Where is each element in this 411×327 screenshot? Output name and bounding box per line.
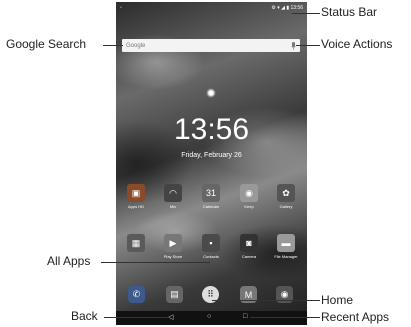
callout-line-google-search (103, 45, 123, 46)
app-label: Gallery (279, 204, 293, 209)
folder-icon: ▬ (277, 234, 295, 252)
app-label: Contacts (203, 254, 219, 259)
play-store-icon: ▶ (164, 234, 182, 252)
app-label: File Manager (274, 254, 298, 259)
recent-apps-button[interactable]: □ (243, 313, 247, 320)
callout-recent-apps: Recent Apps (321, 310, 390, 324)
app-label: Apps HD (127, 204, 144, 209)
folder-grid-icon: ▦ (127, 234, 145, 252)
status-indicators: ⚙ ▾ ◢ ▮ 13:56 (271, 5, 303, 11)
app-label: Camera (241, 254, 257, 259)
callout-line-voice-actions (296, 45, 320, 46)
callout-back: Back (71, 309, 98, 323)
phone-screen: ▫ ⚙ ▾ ◢ ▮ 13:56 Google 13:56 Friday, Feb… (116, 2, 307, 325)
app-contacts[interactable]: ▪ Contacts (196, 234, 226, 259)
callout-line-recent-apps (250, 317, 320, 318)
bulb-icon: ◉ (240, 184, 258, 202)
messages-icon[interactable]: ▤ (166, 286, 183, 303)
navigation-bar: ◁ ○ □ (116, 311, 307, 325)
clock-time: 13:56 (173, 113, 250, 146)
sun-glare (206, 88, 216, 98)
app-headphones[interactable]: ◠ Mix (158, 184, 188, 209)
headphones-icon: ◠ (164, 184, 182, 202)
app-calendar[interactable]: 31 Calendar (196, 184, 226, 209)
callout-line-status-bar (292, 13, 320, 14)
app-folder[interactable]: ▬ File Manager (271, 234, 301, 259)
status-bar: ▫ ⚙ ▾ ◢ ▮ 13:56 (116, 2, 307, 14)
callout-all-apps: All Apps (47, 254, 91, 268)
app-label: Calendar (202, 204, 220, 209)
app-label: Play Store (163, 254, 183, 259)
status-left-icon: ▫ (120, 5, 122, 11)
calendar-icon: 31 (202, 184, 220, 202)
callout-line-home (212, 300, 320, 301)
clock-date: Friday, February 26 (181, 152, 242, 159)
app-camera[interactable]: ◙ Camera (234, 234, 264, 259)
app-label: Mix (169, 204, 177, 209)
phone-icon[interactable]: ✆ (128, 286, 145, 303)
flower-icon: ✿ (277, 184, 295, 202)
callout-line-all-apps (101, 262, 210, 263)
callout-google-search: Google Search (6, 37, 87, 51)
app-label: Keep (244, 204, 254, 209)
google-search-bar[interactable]: Google (122, 39, 300, 52)
callout-status-bar: Status Bar (321, 5, 378, 19)
home-button[interactable]: ○ (207, 313, 211, 320)
search-placeholder: Google (126, 42, 146, 49)
callout-home: Home (321, 293, 354, 307)
briefcase-icon: ▣ (127, 184, 145, 202)
app-play-store[interactable]: ▶ Play Store (158, 234, 188, 259)
contacts-icon: ▪ (202, 234, 220, 252)
callout-line-back (104, 317, 169, 318)
camera-icon: ◙ (240, 234, 258, 252)
app-flower[interactable]: ✿ Gallery (271, 184, 301, 209)
app-bulb[interactable]: ◉ Keep (234, 184, 264, 209)
app-briefcase[interactable]: ▣ Apps HD (121, 184, 151, 209)
app-folder-grid[interactable]: ▦ (121, 234, 151, 254)
callout-voice-actions: Voice Actions (321, 37, 393, 51)
dock: ✆ ▤ ⠿ M ◉ (116, 284, 307, 306)
